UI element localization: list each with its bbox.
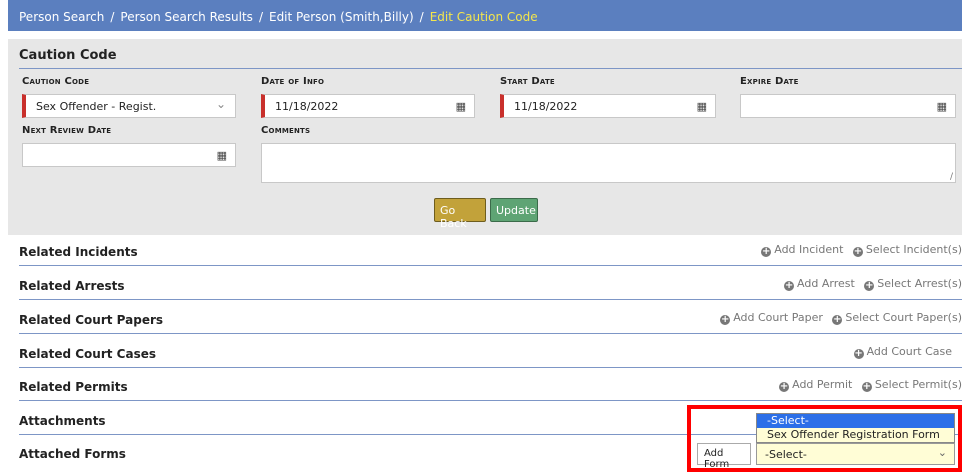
expire-date-field[interactable]: ▦ <box>740 94 956 118</box>
calendar-icon[interactable]: ▦ <box>217 149 227 162</box>
section-actions: + Add Incident + Select Incident(s) <box>755 243 962 257</box>
highlight-box <box>687 405 962 472</box>
caution-code-select[interactable]: Sex Offender - Regist. ⌄ <box>22 94 236 118</box>
chevron-down-icon: ⌄ <box>215 97 226 111</box>
breadcrumb-person-search[interactable]: Person Search <box>19 10 104 24</box>
date-of-info-label: Date of Info <box>261 76 325 87</box>
section-title: Related Incidents <box>19 245 138 259</box>
select-incidents-link[interactable]: + Select Incident(s) <box>852 243 962 257</box>
select-court-papers-link[interactable]: + Select Court Paper(s) <box>832 311 962 325</box>
plus-circle-icon: + <box>864 280 875 291</box>
caution-code-value: Sex Offender - Regist. <box>36 100 157 113</box>
section-title: Related Arrests <box>19 279 125 293</box>
section-actions: + Add Court Case <box>848 345 952 359</box>
plus-circle-icon: + <box>784 280 795 291</box>
section-title: Related Court Cases <box>19 347 156 361</box>
add-permit-link[interactable]: + Add Permit <box>779 378 853 392</box>
divider <box>19 299 962 300</box>
update-button[interactable]: Update <box>490 198 538 222</box>
add-court-case-link[interactable]: + Add Court Case <box>853 345 952 359</box>
calendar-icon[interactable]: ▦ <box>456 100 466 113</box>
plus-circle-icon: + <box>853 348 864 359</box>
calendar-icon[interactable]: ▦ <box>697 100 707 113</box>
resize-handle-icon[interactable]: ∕ <box>950 172 953 182</box>
breadcrumb-current: Edit Caution Code <box>429 10 538 24</box>
add-arrest-label: Add Arrest <box>797 277 855 290</box>
start-date-field[interactable]: 11/18/2022 ▦ <box>500 94 716 118</box>
section-actions: + Add Court Paper + Select Court Paper(s) <box>714 311 962 325</box>
date-of-info-field[interactable]: 11/18/2022 ▦ <box>261 94 475 118</box>
start-date-label: Start Date <box>500 76 555 87</box>
section-related-court-papers: Related Court Papers + Add Court Paper + S… <box>8 304 962 334</box>
section-related-incidents: Related Incidents + Add Incident + Select … <box>8 236 962 266</box>
section-actions: + Add Arrest + Select Arrest(s) <box>778 277 962 291</box>
divider <box>19 400 962 401</box>
plus-circle-icon: + <box>761 246 772 257</box>
breadcrumb-separator: / <box>419 10 424 24</box>
comments-textarea[interactable]: ∕ <box>261 143 956 183</box>
calendar-icon[interactable]: ▦ <box>937 100 947 113</box>
breadcrumb: Person Search / Person Search Results / Edit… <box>8 0 962 31</box>
select-incidents-label: Select Incident(s) <box>865 243 962 256</box>
select-court-papers-label: Select Court Paper(s) <box>845 311 962 324</box>
add-permit-label: Add Permit <box>792 378 853 391</box>
plus-circle-icon: + <box>832 314 843 325</box>
add-arrest-link[interactable]: + Add Arrest <box>784 277 855 291</box>
add-incident-link[interactable]: + Add Incident <box>761 243 844 257</box>
section-related-court-cases: Related Court Cases + Add Court Case <box>8 338 962 368</box>
plus-circle-icon: + <box>720 314 731 325</box>
section-title: Related Court Papers <box>19 313 164 327</box>
section-title: Attached Forms <box>19 447 126 461</box>
comments-label: Comments <box>261 125 311 136</box>
select-arrests-link[interactable]: + Select Arrest(s) <box>864 277 962 291</box>
section-title: Attachments <box>19 414 106 428</box>
section-title: Related Permits <box>19 380 128 394</box>
next-review-date-field[interactable]: ▦ <box>22 143 236 167</box>
section-actions: + Add Permit + Select Permit(s) <box>773 378 962 392</box>
caution-code-label: Caution Code <box>22 76 90 87</box>
divider <box>19 265 962 266</box>
select-permits-link[interactable]: + Select Permit(s) <box>861 378 962 392</box>
divider <box>19 367 962 368</box>
add-court-case-label: Add Court Case <box>866 345 952 358</box>
add-court-paper-label: Add Court Paper <box>733 311 823 324</box>
go-back-button[interactable]: Go Back <box>434 198 486 230</box>
add-court-paper-link[interactable]: + Add Court Paper <box>720 311 823 325</box>
plus-circle-icon: + <box>852 246 863 257</box>
section-related-permits: Related Permits + Add Permit + Select Perm… <box>8 371 962 401</box>
date-of-info-value: 11/18/2022 <box>275 100 339 113</box>
start-date-value: 11/18/2022 <box>514 100 578 113</box>
divider <box>19 333 962 334</box>
breadcrumb-separator: / <box>110 10 115 24</box>
breadcrumb-edit-person[interactable]: Edit Person (Smith,Billy) <box>269 10 414 24</box>
expire-date-label: Expire Date <box>740 76 799 87</box>
divider <box>19 68 962 69</box>
breadcrumb-separator: / <box>258 10 263 24</box>
select-arrests-label: Select Arrest(s) <box>877 277 962 290</box>
select-permits-label: Select Permit(s) <box>874 378 962 391</box>
add-incident-label: Add Incident <box>774 243 844 256</box>
caution-code-panel: Caution Code Caution Code Sex Offender -… <box>8 39 962 235</box>
panel-title: Caution Code <box>19 48 117 63</box>
next-review-date-label: Next Review Date <box>22 125 112 136</box>
breadcrumb-person-search-results[interactable]: Person Search Results <box>120 10 253 24</box>
plus-circle-icon: + <box>779 381 790 392</box>
plus-circle-icon: + <box>861 381 872 392</box>
section-related-arrests: Related Arrests + Add Arrest + Select Arre… <box>8 270 962 300</box>
